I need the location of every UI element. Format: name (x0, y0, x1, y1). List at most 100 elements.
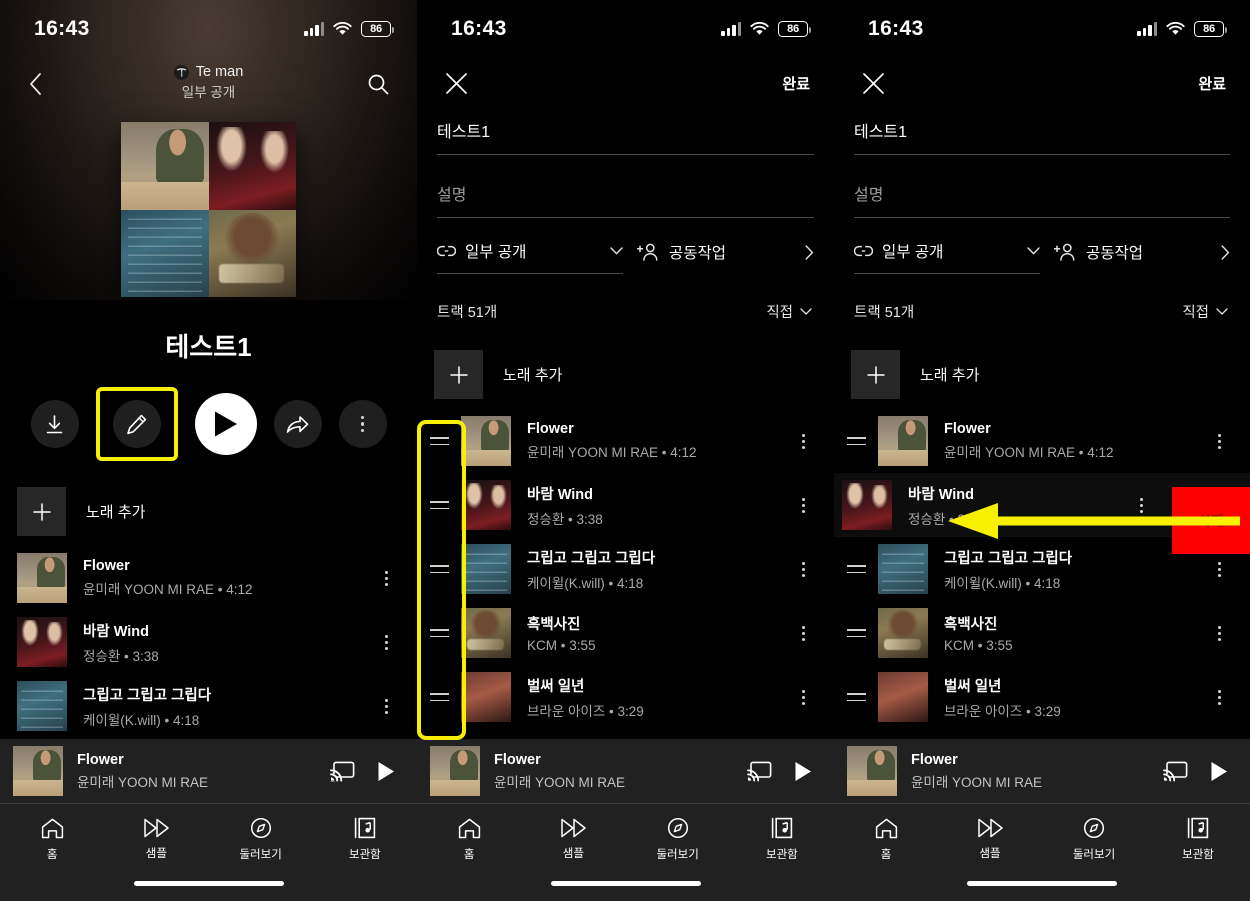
table-row[interactable]: Flower 윤미래 YOON MI RAE • 4:12 (0, 546, 417, 610)
description-field[interactable]: 설명 (437, 181, 814, 218)
mini-player[interactable]: Flower 윤미래 YOON MI RAE (0, 739, 417, 803)
track-menu-button[interactable] (1202, 625, 1236, 641)
play-icon[interactable] (1210, 761, 1228, 782)
track-menu-button[interactable] (1202, 433, 1236, 449)
mini-player[interactable]: Flower 윤미래 YOON MI RAE (834, 739, 1250, 803)
album-art-moon-lovers (208, 122, 296, 210)
table-row[interactable]: 바람 Wind 정승환 • 3:38 (417, 473, 834, 537)
description-field[interactable]: 설명 (854, 181, 1230, 218)
track-count-label: 트랙 51개 (437, 305, 498, 321)
mini-player[interactable]: Flower 윤미래 YOON MI RAE (417, 739, 834, 803)
close-icon (445, 72, 467, 94)
nav-item-samples[interactable]: 샘플 (104, 818, 208, 861)
compass-icon (667, 817, 688, 839)
sort-select[interactable]: 직접 (766, 301, 812, 322)
chevron-down-icon (800, 307, 812, 315)
playlist-name-field[interactable]: 테스트1 (854, 118, 1230, 155)
nav-item-samples[interactable]: 샘플 (521, 818, 625, 861)
table-row[interactable]: 벌써 일년 브라운 아이즈 • 3:29 (417, 665, 834, 729)
drag-handle[interactable] (834, 692, 878, 702)
track-menu-button[interactable] (369, 634, 403, 650)
mini-player-artwork (430, 746, 480, 796)
back-button[interactable] (18, 67, 52, 101)
drag-handle[interactable] (834, 436, 878, 446)
add-song-row[interactable]: 노래 추가 (0, 477, 417, 546)
track-menu-button[interactable] (1124, 497, 1158, 513)
table-row[interactable]: Flower 윤미래 YOON MI RAE • 4:12 (417, 409, 834, 473)
search-button[interactable] (361, 67, 395, 101)
delete-button[interactable]: 삭제 (1172, 487, 1250, 554)
home-icon (41, 818, 63, 838)
track-menu-button[interactable] (786, 433, 820, 449)
add-song-row[interactable]: 노래 추가 (834, 340, 1250, 409)
table-row[interactable]: 그립고 그립고 그립다 케이윌(K.will) • 4:18 (417, 537, 834, 601)
play-icon[interactable] (794, 761, 812, 782)
nav-item-home[interactable]: 홈 (417, 818, 521, 862)
home-icon (458, 818, 480, 838)
track-menu-button[interactable] (786, 561, 820, 577)
track-menu-button[interactable] (1202, 561, 1236, 577)
play-button[interactable] (194, 393, 257, 455)
drag-handle[interactable] (417, 500, 461, 510)
drag-handle[interactable] (417, 692, 461, 702)
track-menu-button[interactable] (786, 689, 820, 705)
track-title: 바람 Wind (527, 486, 594, 503)
visibility-select[interactable]: 일부 공개 (854, 240, 1040, 274)
edit-button[interactable] (112, 400, 161, 448)
cast-icon[interactable] (1163, 761, 1188, 782)
add-song-row[interactable]: 노래 추가 (417, 340, 834, 409)
track-title: 흑백사진 (527, 617, 581, 633)
mini-player-artist: 윤미래 YOON MI RAE (77, 774, 209, 790)
nav-item-explore[interactable]: 둘러보기 (1042, 817, 1146, 862)
drag-handle[interactable] (834, 628, 878, 638)
nav-item-explore[interactable]: 둘러보기 (209, 817, 313, 862)
drag-handle[interactable] (834, 564, 878, 574)
table-row[interactable]: 흑백사진 KCM • 3:55 (834, 601, 1250, 665)
drag-handle[interactable] (417, 628, 461, 638)
drag-handle[interactable] (417, 564, 461, 574)
cast-icon[interactable] (330, 761, 355, 782)
track-menu-button[interactable] (786, 497, 820, 513)
nav-item-home[interactable]: 홈 (834, 818, 938, 862)
nav-label: 둘러보기 (656, 849, 699, 861)
playlist-name-field[interactable]: 테스트1 (437, 118, 814, 155)
table-row[interactable]: 벌써 일년 브라운 아이즈 • 3:29 (834, 665, 1250, 729)
collaborate-row[interactable]: 공동작업 (637, 241, 814, 274)
status-time: 16:43 (451, 17, 507, 40)
home-indicator (417, 875, 834, 901)
track-menu-button[interactable] (369, 698, 403, 714)
drag-handle[interactable] (417, 436, 461, 446)
visibility-label: 일부 공개 (882, 244, 944, 261)
nav-item-library[interactable]: 보관함 (730, 817, 834, 862)
track-thumbnail (461, 672, 511, 722)
nav-item-home[interactable]: 홈 (0, 818, 104, 862)
done-button[interactable]: 완료 (1198, 73, 1226, 94)
table-row[interactable]: Flower 윤미래 YOON MI RAE • 4:12 (834, 409, 1250, 473)
track-thumbnail (461, 544, 511, 594)
track-menu-button[interactable] (786, 625, 820, 641)
nav-item-explore[interactable]: 둘러보기 (626, 817, 730, 862)
table-row[interactable]: 흑백사진 KCM • 3:55 (417, 601, 834, 665)
track-count-label: 트랙 51개 (854, 305, 915, 321)
done-button[interactable]: 완료 (782, 73, 810, 94)
visibility-select[interactable]: 일부 공개 (437, 240, 623, 274)
track-title: Flower (527, 421, 574, 437)
track-menu-button[interactable] (1202, 689, 1236, 705)
nav-item-samples[interactable]: 샘플 (938, 818, 1042, 861)
nav-item-library[interactable]: 보관함 (1146, 817, 1250, 862)
cast-icon[interactable] (747, 761, 772, 782)
library-icon (771, 817, 793, 839)
track-menu-button[interactable] (369, 570, 403, 586)
share-button[interactable] (273, 400, 322, 448)
play-icon[interactable] (377, 761, 395, 782)
collaborate-row[interactable]: 공동작업 (1054, 241, 1230, 274)
more-options-button[interactable] (338, 400, 387, 448)
download-button[interactable] (30, 400, 79, 448)
table-row[interactable]: 바람 Wind 정승환 • 3:38 (0, 610, 417, 674)
share-icon (286, 415, 309, 433)
close-button[interactable] (439, 66, 473, 100)
sort-select[interactable]: 직접 (1182, 301, 1228, 322)
close-button[interactable] (856, 66, 890, 100)
nav-item-library[interactable]: 보관함 (313, 817, 417, 862)
table-row[interactable]: 그립고 그립고 그립다 케이윌(K.will) • 4:18 (0, 674, 417, 738)
